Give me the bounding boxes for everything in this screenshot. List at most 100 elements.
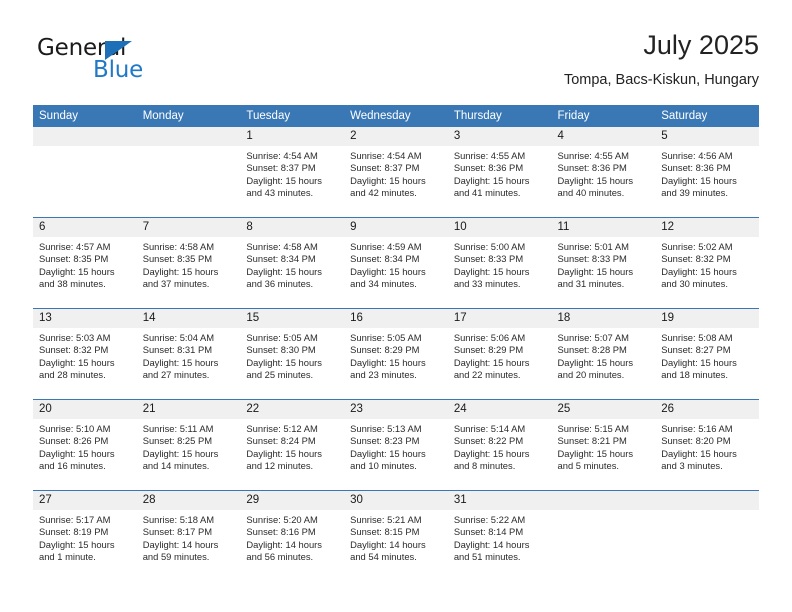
calendar-day-cell[interactable]: 23 Sunrise: 5:13 AM Sunset: 8:23 PM Dayligh… <box>344 399 448 491</box>
sunrise-text: Sunrise: 5:06 AM <box>453 332 526 343</box>
calendar-day-cell[interactable]: 15 Sunrise: 5:05 AM Sunset: 8:30 PM Dayligh… <box>240 308 345 400</box>
day-sun-info: Sunrise: 5:12 AM Sunset: 8:24 PM Daylight:… <box>240 419 344 472</box>
calendar-day-cell[interactable]: 29 Sunrise: 5:20 AM Sunset: 8:16 PM Dayligh… <box>240 490 345 581</box>
sunset-text: Sunset: 8:29 PM <box>453 344 524 356</box>
day-number: 27 <box>33 491 137 510</box>
sunset-text: Sunset: 8:26 PM <box>39 435 109 447</box>
day-cell-content: 3 Sunrise: 4:55 AM Sunset: 8:36 PM Daylight… <box>447 127 552 217</box>
day-number: 17 <box>447 309 552 328</box>
sunrise-text: Sunrise: 5:12 AM <box>246 423 318 434</box>
day-number: 14 <box>136 309 241 328</box>
calendar-day-cell[interactable] <box>655 490 759 581</box>
daylight-text: Daylight: 15 hours and 37 minutes. <box>142 265 219 289</box>
day-cell-content: 14 Sunrise: 5:04 AM Sunset: 8:31 PM Dayligh… <box>136 309 241 399</box>
calendar-day-cell[interactable]: 14 Sunrise: 5:04 AM Sunset: 8:31 PM Dayligh… <box>136 308 241 400</box>
day-sun-info: Sunrise: 5:16 AM Sunset: 8:20 PM Daylight:… <box>655 419 759 472</box>
calendar-day-cell[interactable]: 22 Sunrise: 5:12 AM Sunset: 8:24 PM Dayligh… <box>240 399 345 491</box>
day-sun-info: Sunrise: 5:15 AM Sunset: 8:21 PM Daylight:… <box>552 419 656 472</box>
calendar-day-cell[interactable]: 21 Sunrise: 5:11 AM Sunset: 8:25 PM Dayligh… <box>136 399 241 491</box>
day-sun-info: Sunrise: 5:02 AM Sunset: 8:32 PM Daylight:… <box>655 237 759 290</box>
calendar-day-cell[interactable]: 16 Sunrise: 5:05 AM Sunset: 8:29 PM Dayligh… <box>344 308 448 400</box>
day-sun-info <box>655 510 759 514</box>
calendar-page: General Blue July 2025 Tompa, Bacs-Kisku… <box>0 0 792 612</box>
general-blue-logo[interactable]: General Blue <box>33 35 233 91</box>
calendar-day-cell[interactable] <box>33 127 137 218</box>
sunset-text: Sunset: 8:36 PM <box>557 162 627 174</box>
calendar-day-cell[interactable]: 1 Sunrise: 4:54 AM Sunset: 8:37 PM Daylight… <box>240 127 345 218</box>
day-number: 15 <box>240 309 345 328</box>
daylight-text: Daylight: 15 hours and 34 minutes. <box>350 265 426 289</box>
calendar-day-cell[interactable]: 18 Sunrise: 5:07 AM Sunset: 8:28 PM Dayligh… <box>551 308 656 400</box>
sunset-text: Sunset: 8:35 PM <box>142 253 213 265</box>
sunset-text: Sunset: 8:16 PM <box>246 526 316 538</box>
calendar-day-cell[interactable]: 31 Sunrise: 5:22 AM Sunset: 8:14 PM Dayligh… <box>447 490 552 581</box>
calendar-day-cell[interactable]: 19 Sunrise: 5:08 AM Sunset: 8:27 PM Dayligh… <box>655 308 759 400</box>
sunrise-text: Sunrise: 5:20 AM <box>246 514 318 525</box>
day-number: 8 <box>240 218 345 237</box>
sunset-text: Sunset: 8:15 PM <box>350 526 420 538</box>
calendar-day-cell[interactable]: 20 Sunrise: 5:10 AM Sunset: 8:26 PM Dayligh… <box>33 399 137 491</box>
daylight-text: Daylight: 15 hours and 12 minutes. <box>246 447 322 471</box>
calendar-header-row: Sunday Monday Tuesday Wednesday Thursday… <box>33 105 759 127</box>
weekday-header-thursday: Thursday <box>447 105 552 127</box>
daylight-text: Daylight: 15 hours and 23 minutes. <box>350 356 426 380</box>
day-sun-info: Sunrise: 4:54 AM Sunset: 8:37 PM Daylight:… <box>240 146 344 199</box>
daylight-text: Daylight: 15 hours and 36 minutes. <box>246 265 322 289</box>
day-sun-info: Sunrise: 5:17 AM Sunset: 8:19 PM Daylight:… <box>33 510 137 563</box>
calendar-day-cell[interactable]: 26 Sunrise: 5:16 AM Sunset: 8:20 PM Dayligh… <box>655 399 759 491</box>
calendar-day-cell[interactable]: 25 Sunrise: 5:15 AM Sunset: 8:21 PM Dayligh… <box>551 399 656 491</box>
daylight-text: Daylight: 15 hours and 10 minutes. <box>350 447 426 471</box>
calendar-day-cell[interactable]: 28 Sunrise: 5:18 AM Sunset: 8:17 PM Dayligh… <box>136 490 241 581</box>
page-subtitle: Tompa, Bacs-Kiskun, Hungary <box>563 72 759 88</box>
calendar-day-cell[interactable]: 6 Sunrise: 4:57 AM Sunset: 8:35 PM Daylight… <box>33 217 137 309</box>
calendar-day-cell[interactable]: 17 Sunrise: 5:06 AM Sunset: 8:29 PM Dayligh… <box>447 308 552 400</box>
sunrise-text: Sunrise: 4:57 AM <box>39 241 111 252</box>
day-number: 2 <box>344 127 448 146</box>
calendar-day-cell[interactable]: 12 Sunrise: 5:02 AM Sunset: 8:32 PM Dayligh… <box>655 217 759 309</box>
day-sun-info: Sunrise: 5:22 AM Sunset: 8:14 PM Daylight:… <box>448 510 552 563</box>
calendar-day-cell[interactable] <box>136 127 241 218</box>
day-cell-content: 27 Sunrise: 5:17 AM Sunset: 8:19 PM Dayligh… <box>33 491 137 581</box>
sunset-text: Sunset: 8:37 PM <box>246 162 316 174</box>
day-cell-content: 16 Sunrise: 5:05 AM Sunset: 8:29 PM Dayligh… <box>344 309 448 399</box>
daylight-text: Daylight: 15 hours and 43 minutes. <box>246 174 322 198</box>
calendar-day-cell[interactable]: 7 Sunrise: 4:58 AM Sunset: 8:35 PM Daylight… <box>136 217 241 309</box>
calendar-day-cell[interactable]: 2 Sunrise: 4:54 AM Sunset: 8:37 PM Daylight… <box>344 127 448 218</box>
day-cell-content: 12 Sunrise: 5:02 AM Sunset: 8:32 PM Dayligh… <box>655 218 759 308</box>
calendar-day-cell[interactable]: 13 Sunrise: 5:03 AM Sunset: 8:32 PM Dayligh… <box>33 308 137 400</box>
calendar-day-cell[interactable]: 8 Sunrise: 4:58 AM Sunset: 8:34 PM Daylight… <box>240 217 345 309</box>
calendar-day-cell[interactable]: 11 Sunrise: 5:01 AM Sunset: 8:33 PM Dayligh… <box>551 217 656 309</box>
sunset-text: Sunset: 8:19 PM <box>39 526 109 538</box>
sunrise-text: Sunrise: 4:55 AM <box>557 150 629 161</box>
sunset-text: Sunset: 8:23 PM <box>350 435 420 447</box>
calendar-day-cell[interactable]: 27 Sunrise: 5:17 AM Sunset: 8:19 PM Dayligh… <box>33 490 137 581</box>
sunrise-text: Sunrise: 5:07 AM <box>557 332 629 343</box>
sunrise-text: Sunrise: 4:58 AM <box>142 241 215 252</box>
calendar-day-cell[interactable]: 10 Sunrise: 5:00 AM Sunset: 8:33 PM Dayligh… <box>447 217 552 309</box>
day-number <box>136 127 241 146</box>
sunset-text: Sunset: 8:34 PM <box>246 253 316 265</box>
sunset-text: Sunset: 8:22 PM <box>453 435 524 447</box>
calendar-day-cell[interactable]: 24 Sunrise: 5:14 AM Sunset: 8:22 PM Dayligh… <box>447 399 552 491</box>
sunrise-text: Sunrise: 5:14 AM <box>453 423 526 434</box>
day-sun-info: Sunrise: 5:05 AM Sunset: 8:30 PM Daylight:… <box>240 328 344 381</box>
day-cell-content: 6 Sunrise: 4:57 AM Sunset: 8:35 PM Daylight… <box>33 218 137 308</box>
calendar-day-cell[interactable]: 4 Sunrise: 4:55 AM Sunset: 8:36 PM Daylight… <box>551 127 656 218</box>
sunrise-text: Sunrise: 5:02 AM <box>661 241 733 252</box>
day-sun-info: Sunrise: 5:18 AM Sunset: 8:17 PM Daylight:… <box>137 510 241 563</box>
calendar-day-cell[interactable]: 5 Sunrise: 4:56 AM Sunset: 8:36 PM Daylight… <box>655 127 759 218</box>
day-number: 16 <box>344 309 448 328</box>
day-cell-content <box>136 127 241 217</box>
day-sun-info: Sunrise: 5:03 AM Sunset: 8:32 PM Daylight:… <box>33 328 137 381</box>
logo-text-blue: Blue <box>93 57 144 83</box>
calendar-day-cell[interactable]: 30 Sunrise: 5:21 AM Sunset: 8:15 PM Dayligh… <box>344 490 448 581</box>
day-sun-info: Sunrise: 5:06 AM Sunset: 8:29 PM Daylight:… <box>448 328 552 381</box>
title-block: July 2025 Tompa, Bacs-Kiskun, Hungary <box>564 28 759 91</box>
calendar-day-cell[interactable]: 9 Sunrise: 4:59 AM Sunset: 8:34 PM Daylight… <box>344 217 448 309</box>
calendar-day-cell[interactable] <box>551 490 656 581</box>
calendar-day-cell[interactable]: 3 Sunrise: 4:55 AM Sunset: 8:36 PM Daylight… <box>447 127 552 218</box>
weekday-header-monday: Monday <box>136 105 241 127</box>
day-sun-info: Sunrise: 4:59 AM Sunset: 8:34 PM Daylight:… <box>344 237 448 290</box>
day-cell-content: 25 Sunrise: 5:15 AM Sunset: 8:21 PM Dayligh… <box>551 400 656 490</box>
sunrise-text: Sunrise: 5:22 AM <box>453 514 526 525</box>
